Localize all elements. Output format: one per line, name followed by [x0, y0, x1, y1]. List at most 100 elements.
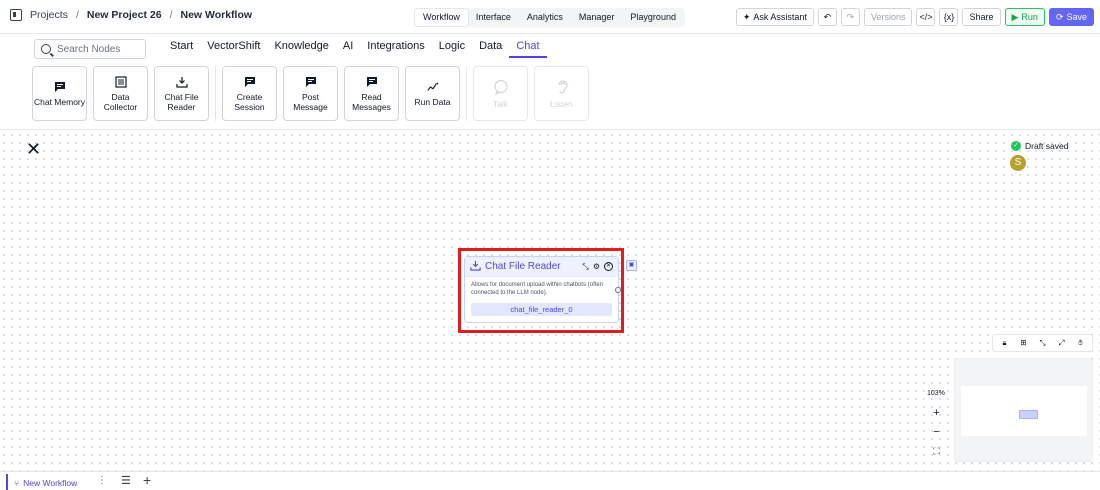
save-button[interactable]: ⟳ Save	[1048, 8, 1094, 26]
node-post-message[interactable]: Post Message	[283, 66, 338, 121]
list-icon[interactable]: ☰	[121, 474, 131, 487]
node-label: Data Collector	[103, 91, 138, 112]
tab-interface[interactable]: Interface	[468, 9, 519, 26]
message-square-icon	[54, 81, 66, 93]
versions-button[interactable]: Versions	[863, 8, 913, 26]
node-label: Run Data	[414, 96, 451, 107]
breadcrumb-workflow[interactable]: New Workflow	[180, 9, 252, 21]
draft-status-label: Draft saved	[1025, 141, 1069, 151]
sidebar-toggle-icon[interactable]	[10, 9, 22, 21]
search-icon	[41, 44, 51, 54]
chat-bubble-icon	[493, 79, 509, 95]
tab-manager[interactable]: Manager	[571, 9, 623, 26]
more-vertical-icon[interactable]: ⋮	[97, 475, 107, 486]
node-title: Chat File Reader	[485, 261, 561, 272]
node-side-icon[interactable]: ▣	[626, 260, 637, 271]
run-label: Run	[1021, 12, 1038, 22]
tab-workflow[interactable]: Workflow	[415, 9, 468, 26]
variables-button[interactable]: {x}	[939, 8, 959, 26]
zoom-controls: + − ⛶	[929, 405, 944, 460]
node-label: Chat File Reader	[164, 91, 199, 112]
node-output-handle[interactable]	[615, 287, 621, 293]
node-chat-file-reader[interactable]: Chat File Reader	[154, 66, 209, 121]
node-toolbar: Start VectorShift Knowledge AI Integrati…	[0, 34, 1100, 130]
node-label: Talk	[492, 98, 509, 109]
save-label: Save	[1066, 12, 1087, 22]
gear-icon[interactable]: ⚙	[593, 262, 600, 271]
category-ai[interactable]: AI	[336, 40, 360, 58]
code-button[interactable]: </>	[916, 8, 936, 26]
ask-assistant-button[interactable]: ✦ Ask Assistant	[735, 8, 814, 26]
chat-file-reader-node[interactable]: Chat File Reader ⤡ ⚙ ✕ Allows for docume…	[464, 256, 619, 323]
sparkline-icon	[426, 81, 439, 93]
node-listen: Listen	[534, 66, 589, 121]
category-chat[interactable]: Chat	[509, 40, 547, 58]
node-tools: ⤡ ⚙ ✕	[582, 262, 613, 272]
search-input[interactable]	[57, 43, 137, 55]
top-bar: Projects / New Project 26 / New Workflow…	[0, 0, 1100, 34]
minimap[interactable]	[954, 358, 1093, 462]
zoom-level: 103%	[927, 390, 945, 397]
undo-button[interactable]: ↶	[817, 8, 837, 26]
expand-icon[interactable]: ⤢	[1053, 337, 1070, 349]
collapse-icon[interactable]: ⤡	[582, 262, 588, 272]
lock-icon[interactable]: 🔒︎	[996, 337, 1013, 349]
header-actions: ✦ Ask Assistant ↶ ↷ Versions </> {x} Sha…	[735, 8, 1094, 26]
node-label: Create Session	[234, 91, 265, 112]
node-description: Allows for document upload within chatbo…	[471, 282, 604, 296]
breadcrumb-project[interactable]: New Project 26	[87, 9, 162, 21]
palette-divider	[215, 66, 216, 121]
breadcrumb-separator: /	[75, 9, 79, 21]
close-circle-icon[interactable]: ✕	[604, 262, 613, 271]
minimap-node	[1019, 410, 1038, 419]
node-data-collector[interactable]: Data Collector	[93, 66, 148, 121]
node-label: Listen	[550, 98, 573, 109]
download-icon	[175, 76, 188, 88]
breadcrumb-projects[interactable]: Projects	[30, 9, 68, 21]
category-data[interactable]: Data	[472, 40, 509, 58]
workflow-tab[interactable]: ⑂ New Workflow	[6, 474, 83, 490]
message-square-icon	[366, 76, 378, 88]
hand-icon[interactable]: ✋︎	[1072, 337, 1089, 349]
category-knowledge[interactable]: Knowledge	[267, 40, 335, 58]
shrink-icon[interactable]: ⤡	[1034, 337, 1051, 349]
message-square-icon	[305, 76, 317, 88]
grid-icon[interactable]: ⊞	[1015, 337, 1032, 349]
tab-playground[interactable]: Playground	[622, 9, 684, 26]
node-run-data[interactable]: Run Data	[405, 66, 460, 121]
message-square-icon	[244, 76, 256, 88]
node-label: Read Messages	[352, 91, 391, 112]
canvas-controls: 🔒︎ ⊞ ⤡ ⤢ ✋︎	[992, 334, 1093, 352]
view-tabs: Workflow Interface Analytics Manager Pla…	[414, 8, 685, 27]
node-read-messages[interactable]: Read Messages	[344, 66, 399, 121]
node-create-session[interactable]: Create Session	[222, 66, 277, 121]
form-icon	[114, 75, 127, 88]
node-label: Chat Memory	[33, 96, 85, 107]
breadcrumb: Projects / New Project 26 / New Workflow	[10, 9, 252, 21]
category-start[interactable]: Start	[163, 40, 200, 58]
category-integrations[interactable]: Integrations	[360, 40, 431, 58]
node-header: Chat File Reader ⤡ ⚙ ✕	[465, 257, 618, 277]
breadcrumb-separator: /	[169, 9, 173, 21]
variables-icon: {x}	[943, 12, 955, 22]
run-button[interactable]: ▶ Run	[1004, 8, 1045, 26]
fit-view-icon[interactable]: ⛶	[929, 443, 944, 460]
zoom-in-button[interactable]: +	[929, 405, 944, 422]
node-chat-memory[interactable]: Chat Memory	[32, 66, 87, 121]
add-tab-icon[interactable]: +	[143, 472, 151, 488]
node-name-field[interactable]: chat_file_reader_0	[471, 303, 612, 316]
ear-icon	[554, 79, 570, 95]
category-logic[interactable]: Logic	[432, 40, 472, 58]
zoom-out-button[interactable]: −	[929, 424, 944, 441]
category-vectorshift[interactable]: VectorShift	[200, 40, 267, 58]
category-tabs: Start VectorShift Knowledge AI Integrati…	[163, 40, 547, 58]
close-icon[interactable]: ✕	[26, 140, 41, 158]
redo-button[interactable]: ↷	[840, 8, 860, 26]
avatar[interactable]: S	[1010, 155, 1026, 171]
node-talk: Talk	[473, 66, 528, 121]
draft-status: ✓ Draft saved	[1011, 141, 1068, 151]
play-icon: ▶	[1011, 11, 1019, 22]
share-button[interactable]: Share	[962, 8, 1001, 26]
tab-analytics[interactable]: Analytics	[519, 9, 571, 26]
download-icon	[470, 260, 481, 274]
